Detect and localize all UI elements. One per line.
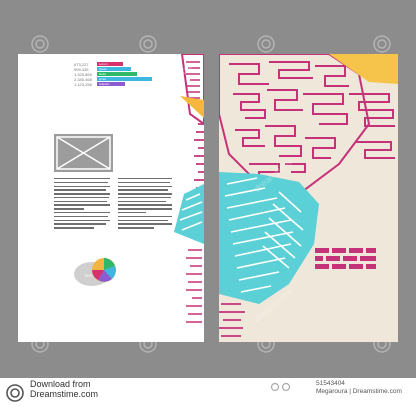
right-page	[219, 54, 398, 342]
bar-1: Lorem	[97, 62, 123, 66]
download-text: Download from Dreamstime.com	[30, 379, 99, 399]
background: 673,227 909,435 1,325,855 2,345,468 1,12…	[0, 0, 416, 378]
image-placeholder	[54, 134, 113, 172]
image-placeholder-icon	[56, 136, 111, 170]
bar-5: Adipisci	[97, 82, 125, 86]
credit: Megaroura | Dreamstime.com	[316, 388, 402, 395]
stats-list: 673,227 909,435 1,325,855 2,345,468 1,12…	[74, 62, 92, 87]
bar-chart: Lorem Ipsum Dolor Amet Adipisci	[97, 62, 152, 87]
bar-2: Ipsum	[97, 67, 131, 71]
image-info: 51543404 Megaroura | Dreamstime.com	[316, 380, 402, 396]
image-id: 51543404	[316, 380, 345, 387]
right-page-pattern	[219, 54, 398, 337]
pie-label: 15%	[84, 273, 92, 278]
text-column-left	[54, 178, 110, 231]
dreamstime-logo-icon	[6, 384, 24, 402]
swirl-icons	[270, 382, 291, 392]
footer: Download from Dreamstime.com 51543404 Me…	[0, 378, 416, 406]
left-page-pattern	[174, 54, 204, 323]
stat-5: 1,123,256	[74, 82, 92, 87]
brick-pattern	[315, 248, 376, 269]
pie-chart: 15%	[74, 258, 116, 286]
bar-4: Amet	[97, 77, 152, 81]
bar-3: Dolor	[97, 72, 137, 76]
left-page: 673,227 909,435 1,325,855 2,345,468 1,12…	[18, 54, 204, 342]
